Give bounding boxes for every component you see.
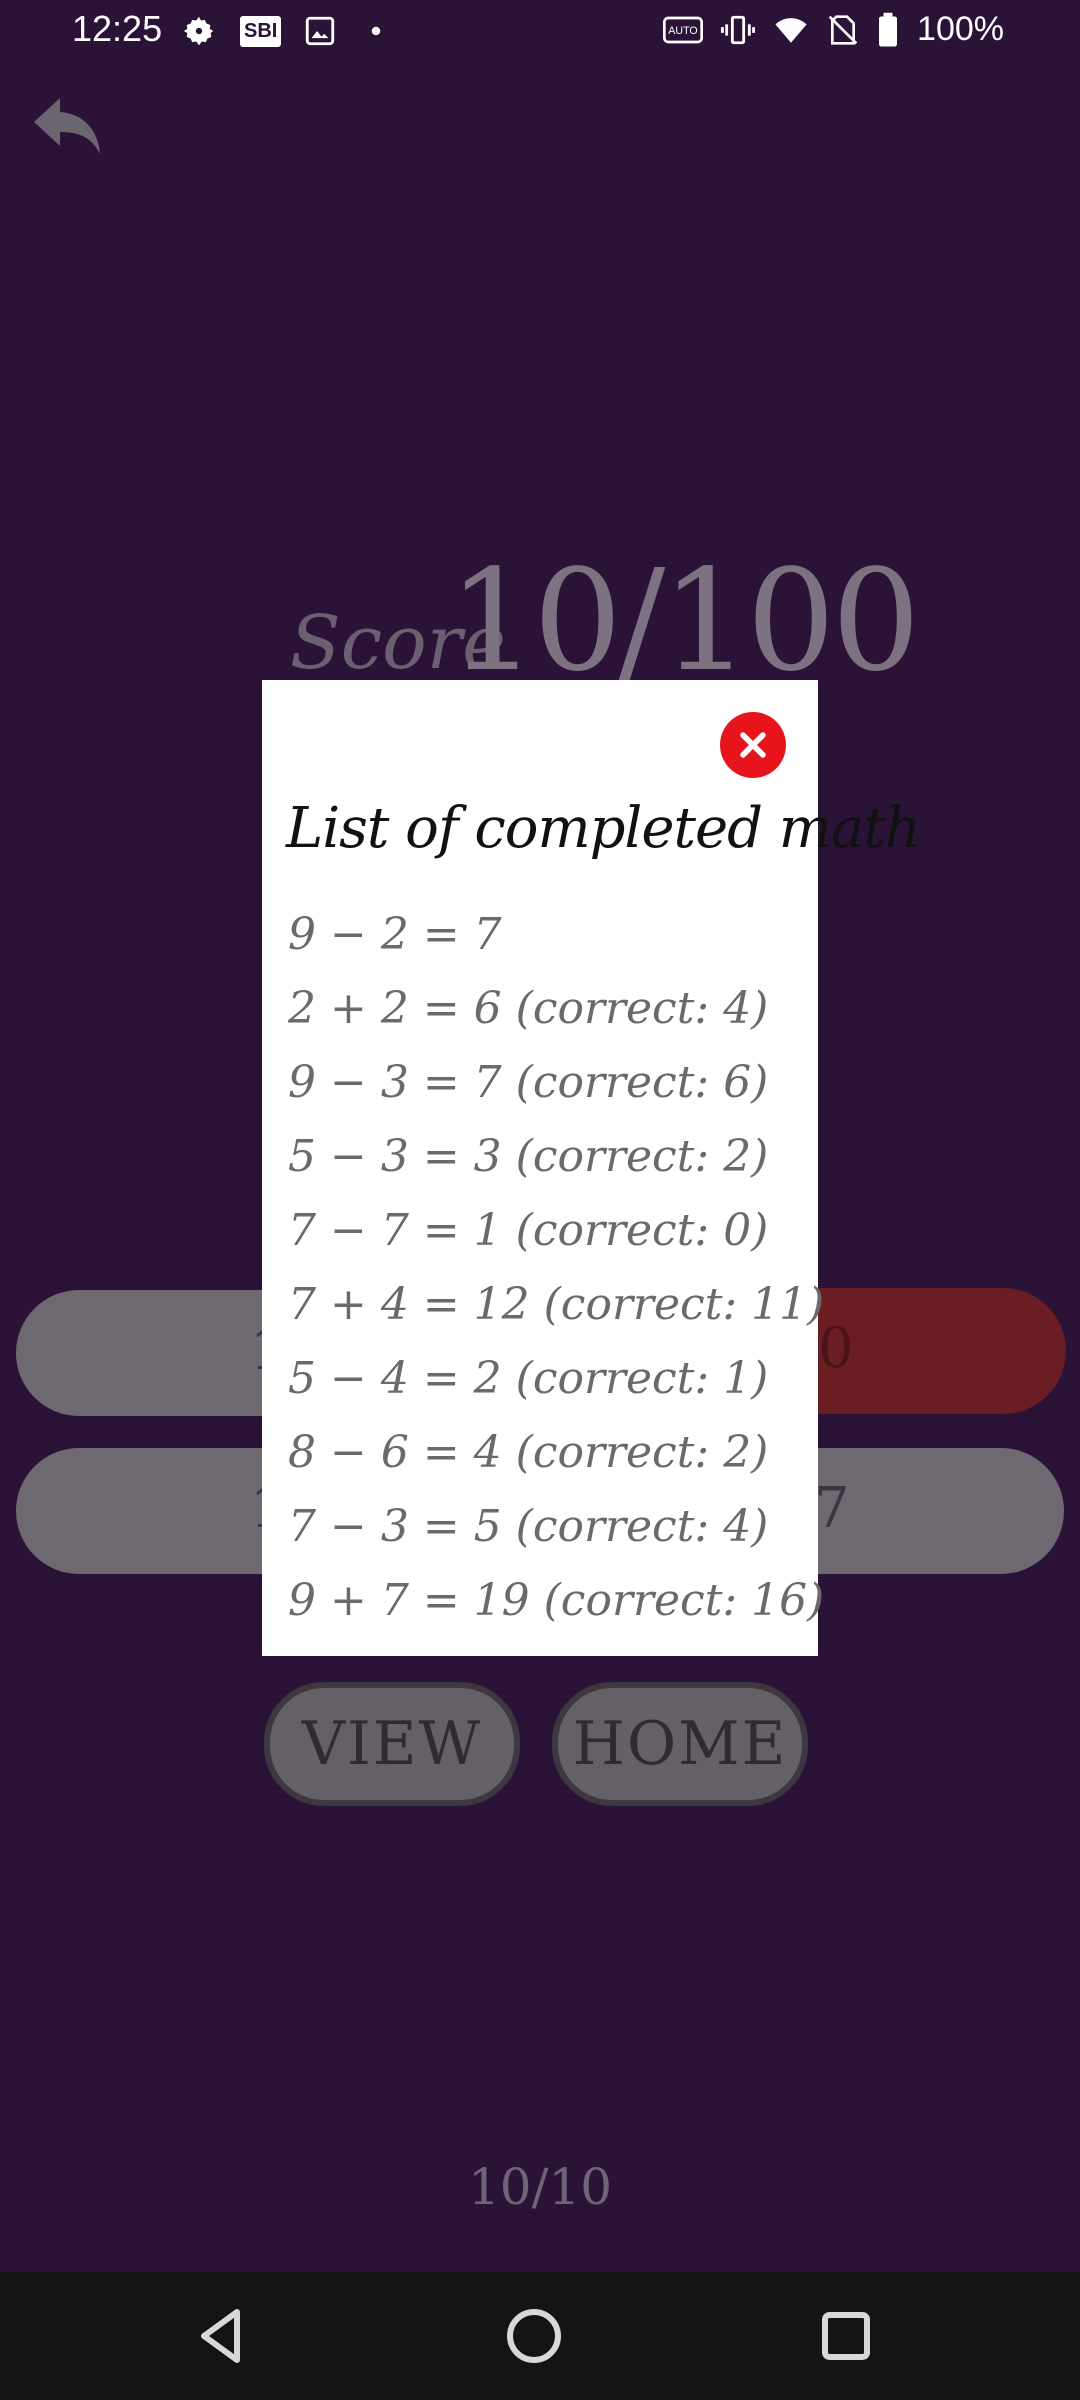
math-list-item: 7 + 4 = 12 (correct: 11) [288,1279,825,1330]
svg-text:AUTO: AUTO [668,25,697,37]
vibrate-icon [721,15,756,44]
nav-recents-icon[interactable] [810,2300,882,2372]
math-list-item: 7 − 3 = 5 (correct: 4) [288,1501,769,1552]
system-nav-bar [0,2272,1080,2400]
question-progress: 10/10 [467,2158,613,2216]
dialog-title: List of completed math [286,796,921,861]
status-time: 12:25 [72,8,163,49]
nav-home-icon[interactable] [498,2300,570,2372]
close-icon [740,732,766,758]
math-list-item: 9 − 3 = 7 (correct: 6) [288,1057,769,1108]
completed-math-list: 9 − 2 = 7 2 + 2 = 6 (correct: 4) 9 − 3 =… [288,898,825,1638]
close-button[interactable] [720,712,786,778]
math-list-item: 9 − 2 = 7 [288,909,502,960]
sbi-app-icon: SBI [240,15,282,47]
back-arrow-icon[interactable] [30,92,104,162]
math-list-item: 9 + 7 = 19 (correct: 16) [288,1575,825,1626]
settings-gear-icon [183,16,214,46]
math-list-item: 7 − 7 = 1 (correct: 0) [288,1205,769,1256]
nav-back-icon[interactable] [186,2300,258,2372]
wifi-icon [775,17,807,43]
math-list-item: 8 − 6 = 4 (correct: 2) [288,1427,769,1478]
score-value: 10/100 [448,540,921,703]
view-button[interactable]: VIEW [264,1682,520,1806]
battery-text: 100% [917,10,1004,48]
auto-hz-icon: AUTO [663,16,704,43]
no-sim-icon [828,14,858,45]
battery-icon [879,12,898,46]
status-bar: 12:25 SBI AUTO 100% [0,0,1080,64]
answer-option-4-label: 7 [814,1476,850,1541]
math-list-item: 2 + 2 = 6 (correct: 4) [288,983,769,1034]
math-list-item: 5 − 3 = 3 (correct: 2) [288,1131,769,1182]
gallery-icon [306,16,335,46]
math-list-item: 5 − 4 = 2 (correct: 1) [288,1353,769,1404]
completed-math-dialog: List of completed math 9 − 2 = 7 2 + 2 =… [262,680,921,1656]
home-button[interactable]: HOME [552,1682,808,1806]
notification-dot-icon [372,26,381,36]
